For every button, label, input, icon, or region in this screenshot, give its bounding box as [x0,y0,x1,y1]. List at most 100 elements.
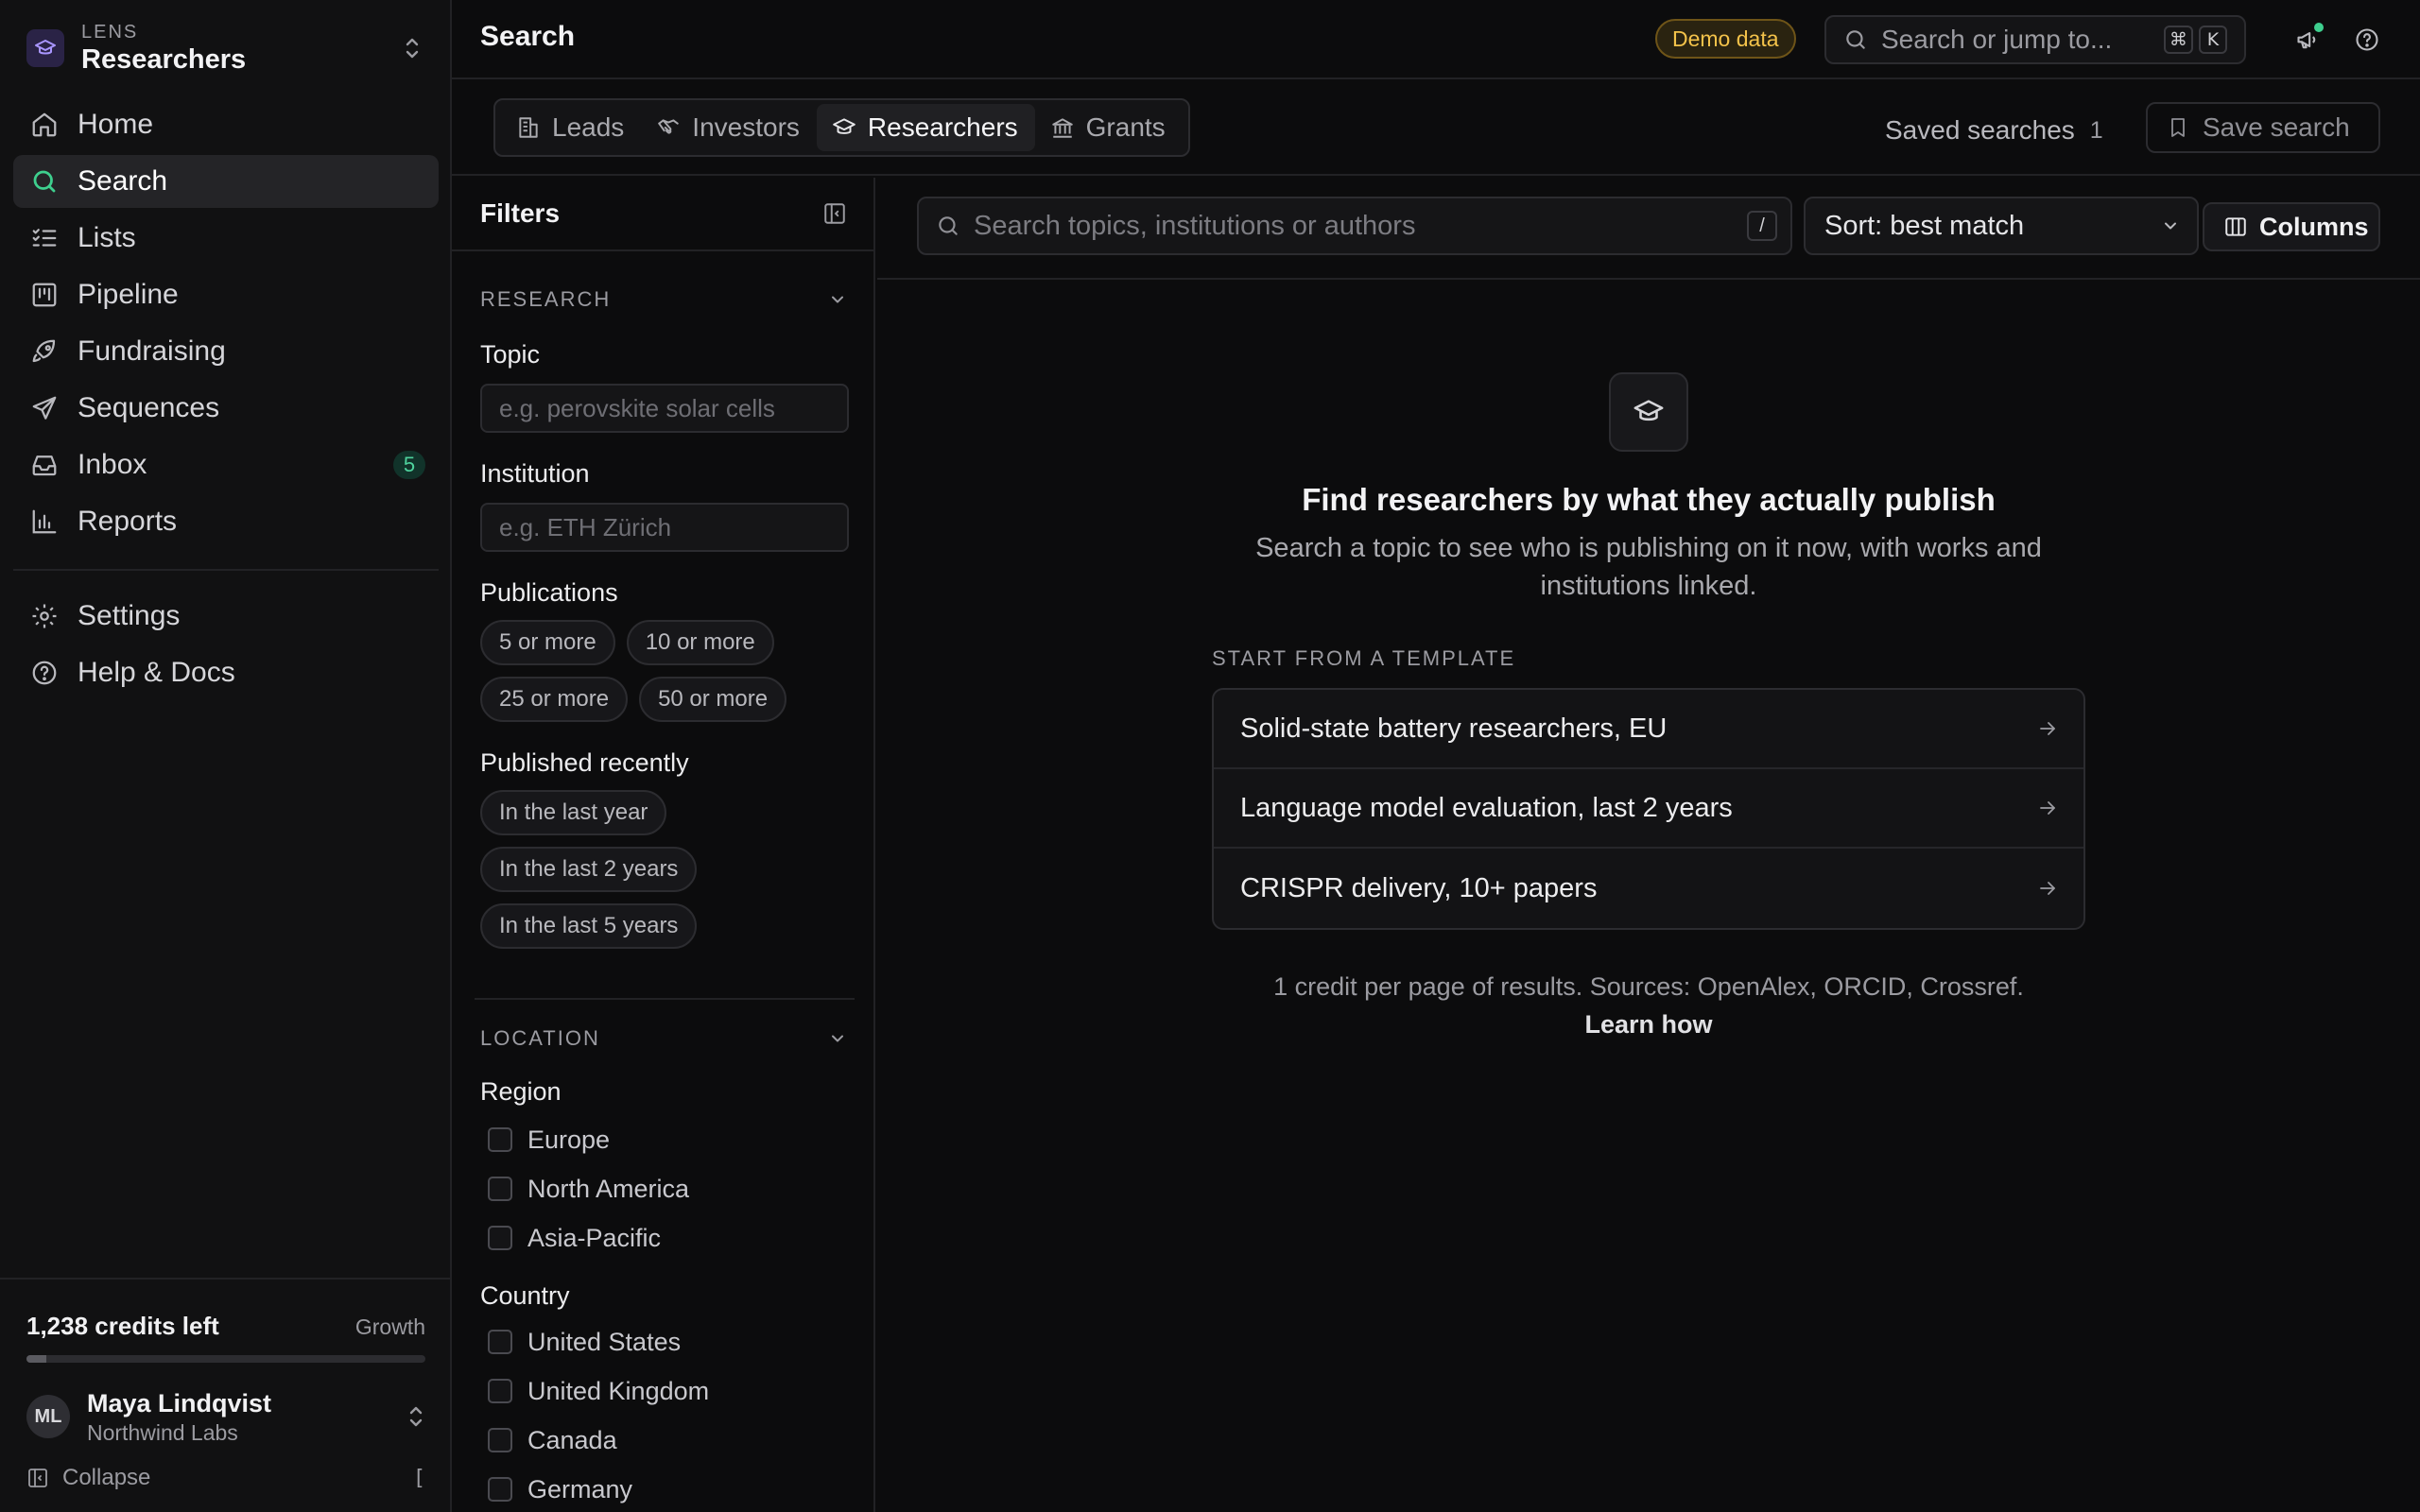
nav-item-home[interactable]: Home [13,98,439,151]
country-option-germany[interactable]: Germany [452,1465,873,1512]
template-item[interactable]: CRISPR delivery, 10+ papers [1214,849,2083,928]
region-label: Region [480,1077,562,1106]
workspace-eyebrow: LENS [81,22,139,43]
recency-chip[interactable]: In the last year [480,790,667,835]
checkbox[interactable] [488,1379,512,1403]
tab-researchers[interactable]: Researchers [816,104,1035,151]
notification-dot [2314,23,2324,32]
workspace-switcher[interactable]: LENS Researchers [26,15,425,81]
arrow-right-icon [2036,797,2059,819]
empty-state-description: Search a topic to see who is publishing … [1255,533,2042,601]
filters-panel: Filters RESEARCH Topic e.g. perovskite s… [452,178,875,1512]
saved-searches-button[interactable]: Saved searches 1 [1885,110,2103,151]
nav-label: Sequences [78,392,220,423]
page-title: Search [480,21,576,52]
demo-data-badge: Demo data [1655,19,1796,59]
sort-select[interactable]: Sort: best match [1804,197,2199,255]
saved-searches-count: 1 [2089,116,2103,144]
published-recently-label: Published recently [480,748,689,777]
recency-chip[interactable]: In the last 5 years [480,903,698,949]
checkbox[interactable] [488,1226,512,1250]
checkbox[interactable] [488,1428,512,1452]
template-item[interactable]: Solid-state battery researchers, EU [1214,690,2083,769]
country-option-united-kingdom[interactable]: United Kingdom [452,1366,873,1416]
nav-label: Home [78,109,154,140]
publications-chip[interactable]: 25 or more [480,677,629,722]
plan-name: Growth [354,1314,425,1339]
nav-item-reports[interactable]: Reports [13,495,439,548]
nav-item-lists[interactable]: Lists [13,212,439,265]
country-option-canada[interactable]: Canada [452,1416,873,1465]
entity-tabs: Leads Investors Researchers Grants [493,98,1190,157]
nav-item-fundraising[interactable]: Fundraising [13,325,439,378]
checkbox[interactable] [488,1127,512,1152]
chevron-down-icon [828,290,847,309]
save-search-button[interactable]: Save search [2146,102,2380,153]
panel-collapse-icon[interactable] [822,201,847,226]
country-options: United States United Kingdom Canada Germ… [452,1317,873,1512]
option-label: North America [527,1174,690,1203]
publications-chip[interactable]: 10 or more [626,620,774,665]
kanban-icon [28,279,60,311]
option-label: Canada [527,1425,617,1454]
option-label: Europe [527,1125,611,1154]
bank-icon [1050,115,1075,140]
topic-input[interactable]: e.g. perovskite solar cells [480,384,849,433]
entity-tabs-row: Leads Investors Researchers Grants Saved… [452,81,2420,176]
chevron-up-down-icon [406,1404,425,1429]
checkbox[interactable] [488,1330,512,1354]
templates-heading: START FROM A TEMPLATE [1212,646,1516,670]
location-section-toggle[interactable]: LOCATION [452,1024,873,1053]
nav-item-help[interactable]: Help & Docs [13,646,439,699]
nav-item-inbox[interactable]: Inbox 5 [13,438,439,491]
help-icon [28,657,60,689]
tab-investors[interactable]: Investors [641,104,817,151]
published-recently-chips: In the last year In the last 2 years In … [452,790,849,960]
region-option-asia-pacific[interactable]: Asia-Pacific [452,1213,873,1263]
country-option-united-states[interactable]: United States [452,1317,873,1366]
nav-divider [13,569,439,571]
columns-button[interactable]: Columns [2203,202,2380,251]
handshake-icon [656,115,681,140]
region-option-europe[interactable]: Europe [452,1115,873,1164]
columns-icon [2223,215,2248,239]
credits-left: 1,238 credits left [26,1312,219,1340]
help-button[interactable] [2350,23,2384,57]
region-option-north-america[interactable]: North America [452,1164,873,1213]
collapse-sidebar-button[interactable]: Collapse [ [26,1459,425,1497]
command-search[interactable]: Search or jump to... ⌘ K [1824,15,2246,64]
user-menu[interactable]: ML Maya Lindqvist Northwind Labs [26,1383,425,1450]
nav-item-search[interactable]: Search [13,155,439,208]
sidebar-footer: 1,238 credits left Growth ML Maya Lindqv… [0,1278,450,1512]
nav-item-sequences[interactable]: Sequences [13,382,439,435]
results-area: Search topics, institutions or authors /… [877,178,2420,1512]
recency-chip[interactable]: In the last 2 years [480,847,698,892]
command-search-placeholder: Search or jump to... [1881,25,2113,54]
nav-label: Search [78,165,168,197]
nav-label: Settings [78,600,181,631]
send-icon [28,392,60,424]
announcements-button[interactable] [2291,23,2325,57]
avatar: ML [26,1395,70,1438]
empty-state-title: Find researchers by what they actually p… [1302,482,1996,517]
section-title: LOCATION [480,1026,600,1050]
topic-search-placeholder: Search topics, institutions or authors [974,210,1416,241]
research-section-toggle[interactable]: RESEARCH [452,285,873,314]
nav-item-pipeline[interactable]: Pipeline [13,268,439,321]
topic-search-input[interactable]: Search topics, institutions or authors / [917,197,1792,255]
publications-chip[interactable]: 5 or more [480,620,615,665]
learn-how-link[interactable]: Learn how [1129,1005,2169,1043]
checkbox[interactable] [488,1477,512,1502]
sidebar: LENS Researchers Home Search Lists Pipel… [0,0,452,1512]
tab-leads[interactable]: Leads [501,104,641,151]
checkbox[interactable] [488,1177,512,1201]
template-label: Language model evaluation, last 2 years [1240,792,1733,823]
option-label: Germany [527,1474,633,1503]
publications-chip[interactable]: 50 or more [639,677,787,722]
section-divider [475,998,855,1000]
tab-grants[interactable]: Grants [1035,104,1183,151]
nav-item-settings[interactable]: Settings [13,590,439,643]
institution-input[interactable]: e.g. ETH Zürich [480,503,849,552]
tab-label: Leads [552,112,625,142]
template-item[interactable]: Language model evaluation, last 2 years [1214,769,2083,849]
